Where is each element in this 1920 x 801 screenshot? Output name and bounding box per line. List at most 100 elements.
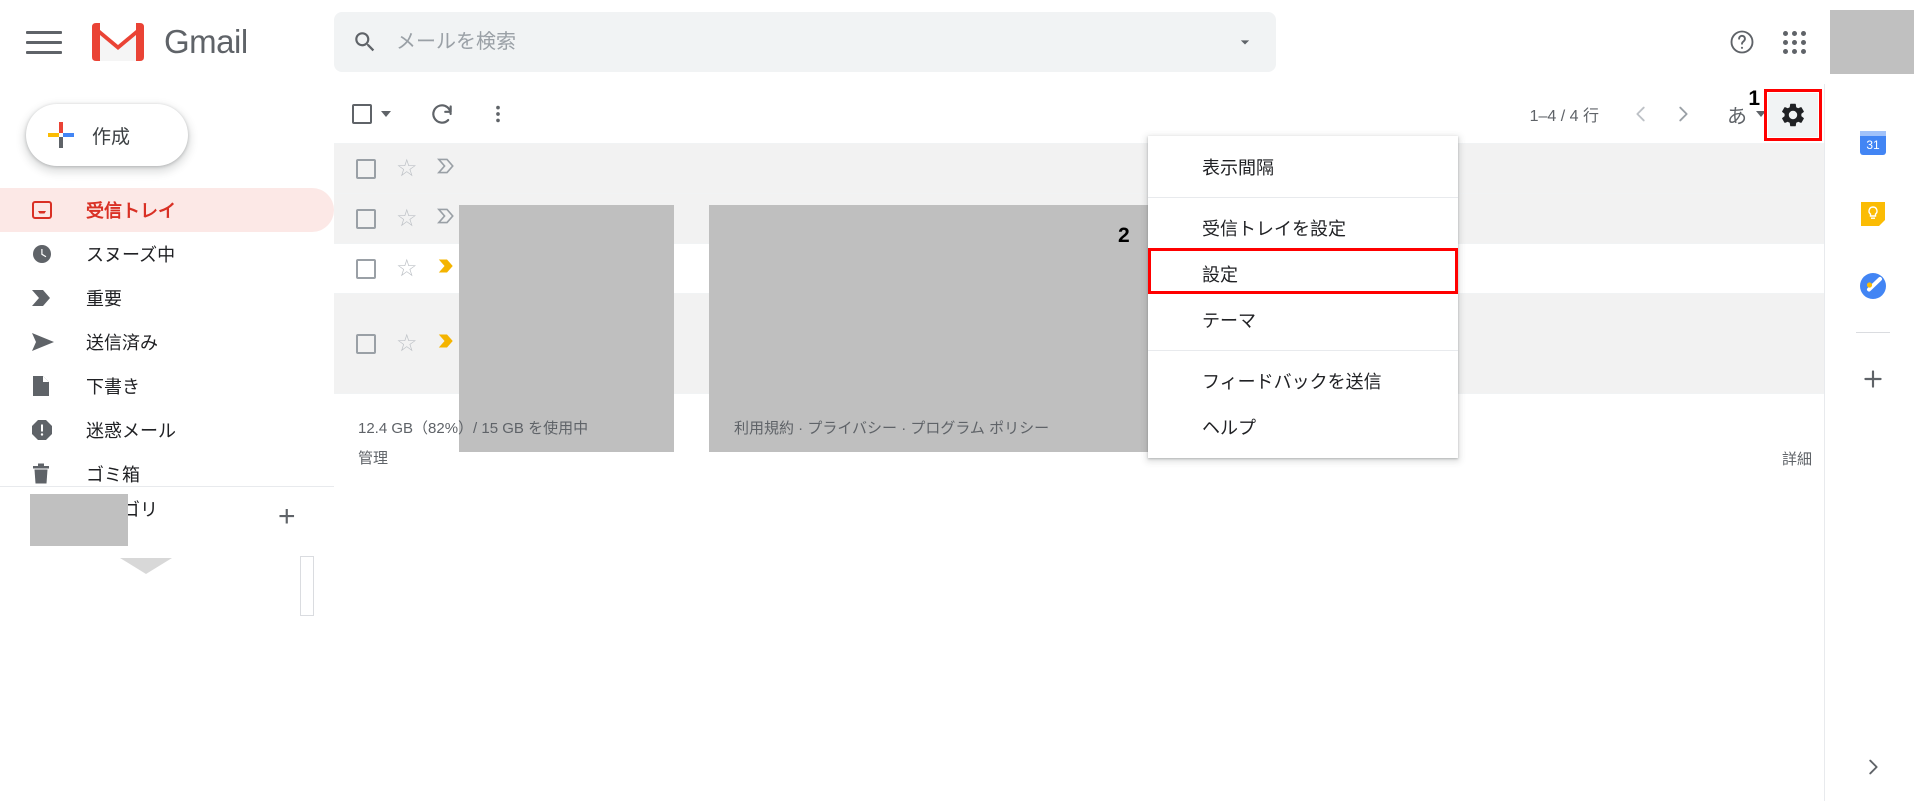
important-chevron-icon[interactable] [436,257,458,280]
settings-menu: 表示間隔 受信トレイを設定 設定 テーマ フィードバックを送信 ヘルプ [1148,136,1458,458]
apps-grid-icon[interactable] [1768,16,1820,68]
chevron-down-icon[interactable] [381,110,391,117]
avatar[interactable] [1830,10,1914,74]
sidebar-item-label: 送信済み [86,333,158,353]
pager-count: 1–4 / 4 行 [1529,108,1599,125]
sidebar-item-label: 迷惑メール [86,421,176,441]
top-bar: Gmail [0,0,1920,84]
important-chevron-icon [30,287,64,309]
chevron-down-icon[interactable] [1214,32,1276,52]
mail-toolbar: 1–4 / 4 行 あ 1 [334,84,1824,144]
mail-list: ☆ ☆ ☆ ☆ [334,144,1824,452]
draft-document-icon [30,374,64,398]
sidebar-item-spam[interactable]: 迷惑メール [0,408,334,452]
google-calendar-icon[interactable]: 31 [1825,106,1920,178]
right-side-panel: 31 [1824,84,1920,801]
panel-expand-chevron-right-icon[interactable] [1825,745,1920,789]
step-badge-2: 2 [1118,224,1130,247]
sidebar-divider [0,486,334,487]
more-vertical-icon[interactable] [487,90,509,138]
plus-icon [46,120,76,150]
spam-icon [30,418,64,442]
brand-name: Gmail [164,23,248,60]
sidebar-item-label: 受信トレイ [86,201,176,221]
search-icon [334,29,396,55]
legal-links[interactable]: 利用規約 · プライバシー · プログラム ポリシー [734,414,1049,444]
chevron-right-icon[interactable] [1663,94,1703,134]
search-input[interactable] [396,30,1214,54]
sidebar-item-trash[interactable]: ゴミ箱 [0,452,334,496]
menu-item-themes[interactable]: テーマ [1148,297,1458,343]
sidebar-item-label: 重要 [86,289,122,309]
sidebar-item-snoozed[interactable]: スヌーズ中 [0,232,334,276]
inbox-icon [30,198,64,222]
menu-separator [1148,350,1458,351]
chevron-left-icon[interactable] [1621,94,1661,134]
checkbox-icon[interactable] [356,208,376,229]
pager: 1–4 / 4 行 あ [1530,84,1766,144]
menu-item-send-feedback[interactable]: フィードバックを送信 [1148,358,1458,404]
chat-contact-redacted [30,494,128,546]
add-app-plus-icon[interactable] [1825,343,1920,415]
important-chevron-icon[interactable] [436,157,458,180]
menu-item-help[interactable]: ヘルプ [1148,404,1458,450]
sidebar-item-sent[interactable]: 送信済み [0,320,334,364]
star-icon[interactable]: ☆ [396,256,418,281]
ime-label: あ [1727,105,1747,128]
svg-text:31: 31 [1866,138,1880,152]
menu-item-display-density[interactable]: 表示間隔 [1148,144,1458,190]
hamburger-line [26,30,62,34]
checkbox-icon [352,103,372,124]
apps-grid-dots [1782,30,1806,54]
chevron-down-icon [1756,111,1766,117]
storage-manage-link[interactable]: 管理 [358,450,388,467]
menu-item-configure-inbox[interactable]: 受信トレイを設定 [1148,205,1458,251]
compose-button[interactable]: 作成 [26,104,188,166]
star-icon[interactable]: ☆ [396,331,418,356]
trash-icon [30,462,64,486]
sidebar-item-drafts[interactable]: 下書き [0,364,334,408]
gmail-logo-icon [90,21,146,63]
chat-add-button[interactable]: + [278,502,296,532]
sidebar-item-inbox[interactable]: 受信トレイ [0,188,334,232]
important-chevron-icon[interactable] [436,207,458,230]
google-keep-icon[interactable] [1825,178,1920,250]
sidebar-item-label: 下書き [86,377,140,397]
google-tasks-icon[interactable] [1825,250,1920,322]
refresh-button[interactable] [429,90,455,138]
compose-label: 作成 [92,126,131,148]
hamburger-line [26,40,62,44]
storage-usage-text: 12.4 GB（82%）/ 15 GB を使用中 [358,420,589,437]
menu-item-settings[interactable]: 設定 [1148,251,1458,297]
search-bar[interactable] [334,12,1276,72]
select-all-checkbox[interactable] [352,103,391,124]
chat-bubble-tail-icon [120,558,172,574]
table-row[interactable]: ☆ [334,144,1824,194]
left-sidebar: 作成 受信トレイ スヌーズ中 重要 送信済み 下書き 迷惑メール ゴミ箱 + [0,84,334,801]
star-icon[interactable]: ☆ [396,206,418,231]
gmail-window: Gmail メールを検索 作成 受信トレイ スヌーズ中 重要 送信済み 下書き … [0,0,1920,801]
send-icon [30,331,64,353]
input-method-selector[interactable]: あ [1727,100,1766,129]
main-content: 1–4 / 4 行 あ 1 ☆ ☆ ☆ ☆ 12.4 GB（82%）/ 15 G… [334,84,1824,801]
star-icon[interactable]: ☆ [396,156,418,181]
account-detail-link[interactable]: 詳細 [1782,448,1812,469]
important-chevron-icon[interactable] [436,332,458,355]
sidebar-item-label: スヌーズ中 [86,245,176,265]
help-icon[interactable] [1716,16,1768,68]
brand-logo[interactable]: Gmail [90,21,248,63]
top-bar-actions [1716,0,1920,84]
sidebar-item-label: ゴミ箱 [86,465,140,485]
sidebar-nav: 受信トレイ スヌーズ中 重要 送信済み 下書き 迷惑メール ゴミ箱 [0,188,334,522]
chat-scrollbar[interactable] [300,556,314,616]
storage-info: 12.4 GB（82%）/ 15 GB を使用中 管理 [358,414,588,474]
settings-gear-button[interactable] [1768,93,1818,137]
checkbox-icon[interactable] [356,158,376,179]
sidebar-item-important[interactable]: 重要 [0,276,334,320]
hamburger-icon[interactable] [26,24,62,60]
checkbox-icon[interactable] [356,333,376,354]
menu-separator [1148,197,1458,198]
checkbox-icon[interactable] [356,258,376,279]
panel-divider [1855,332,1890,333]
step-badge-1: 1 [1748,87,1760,110]
